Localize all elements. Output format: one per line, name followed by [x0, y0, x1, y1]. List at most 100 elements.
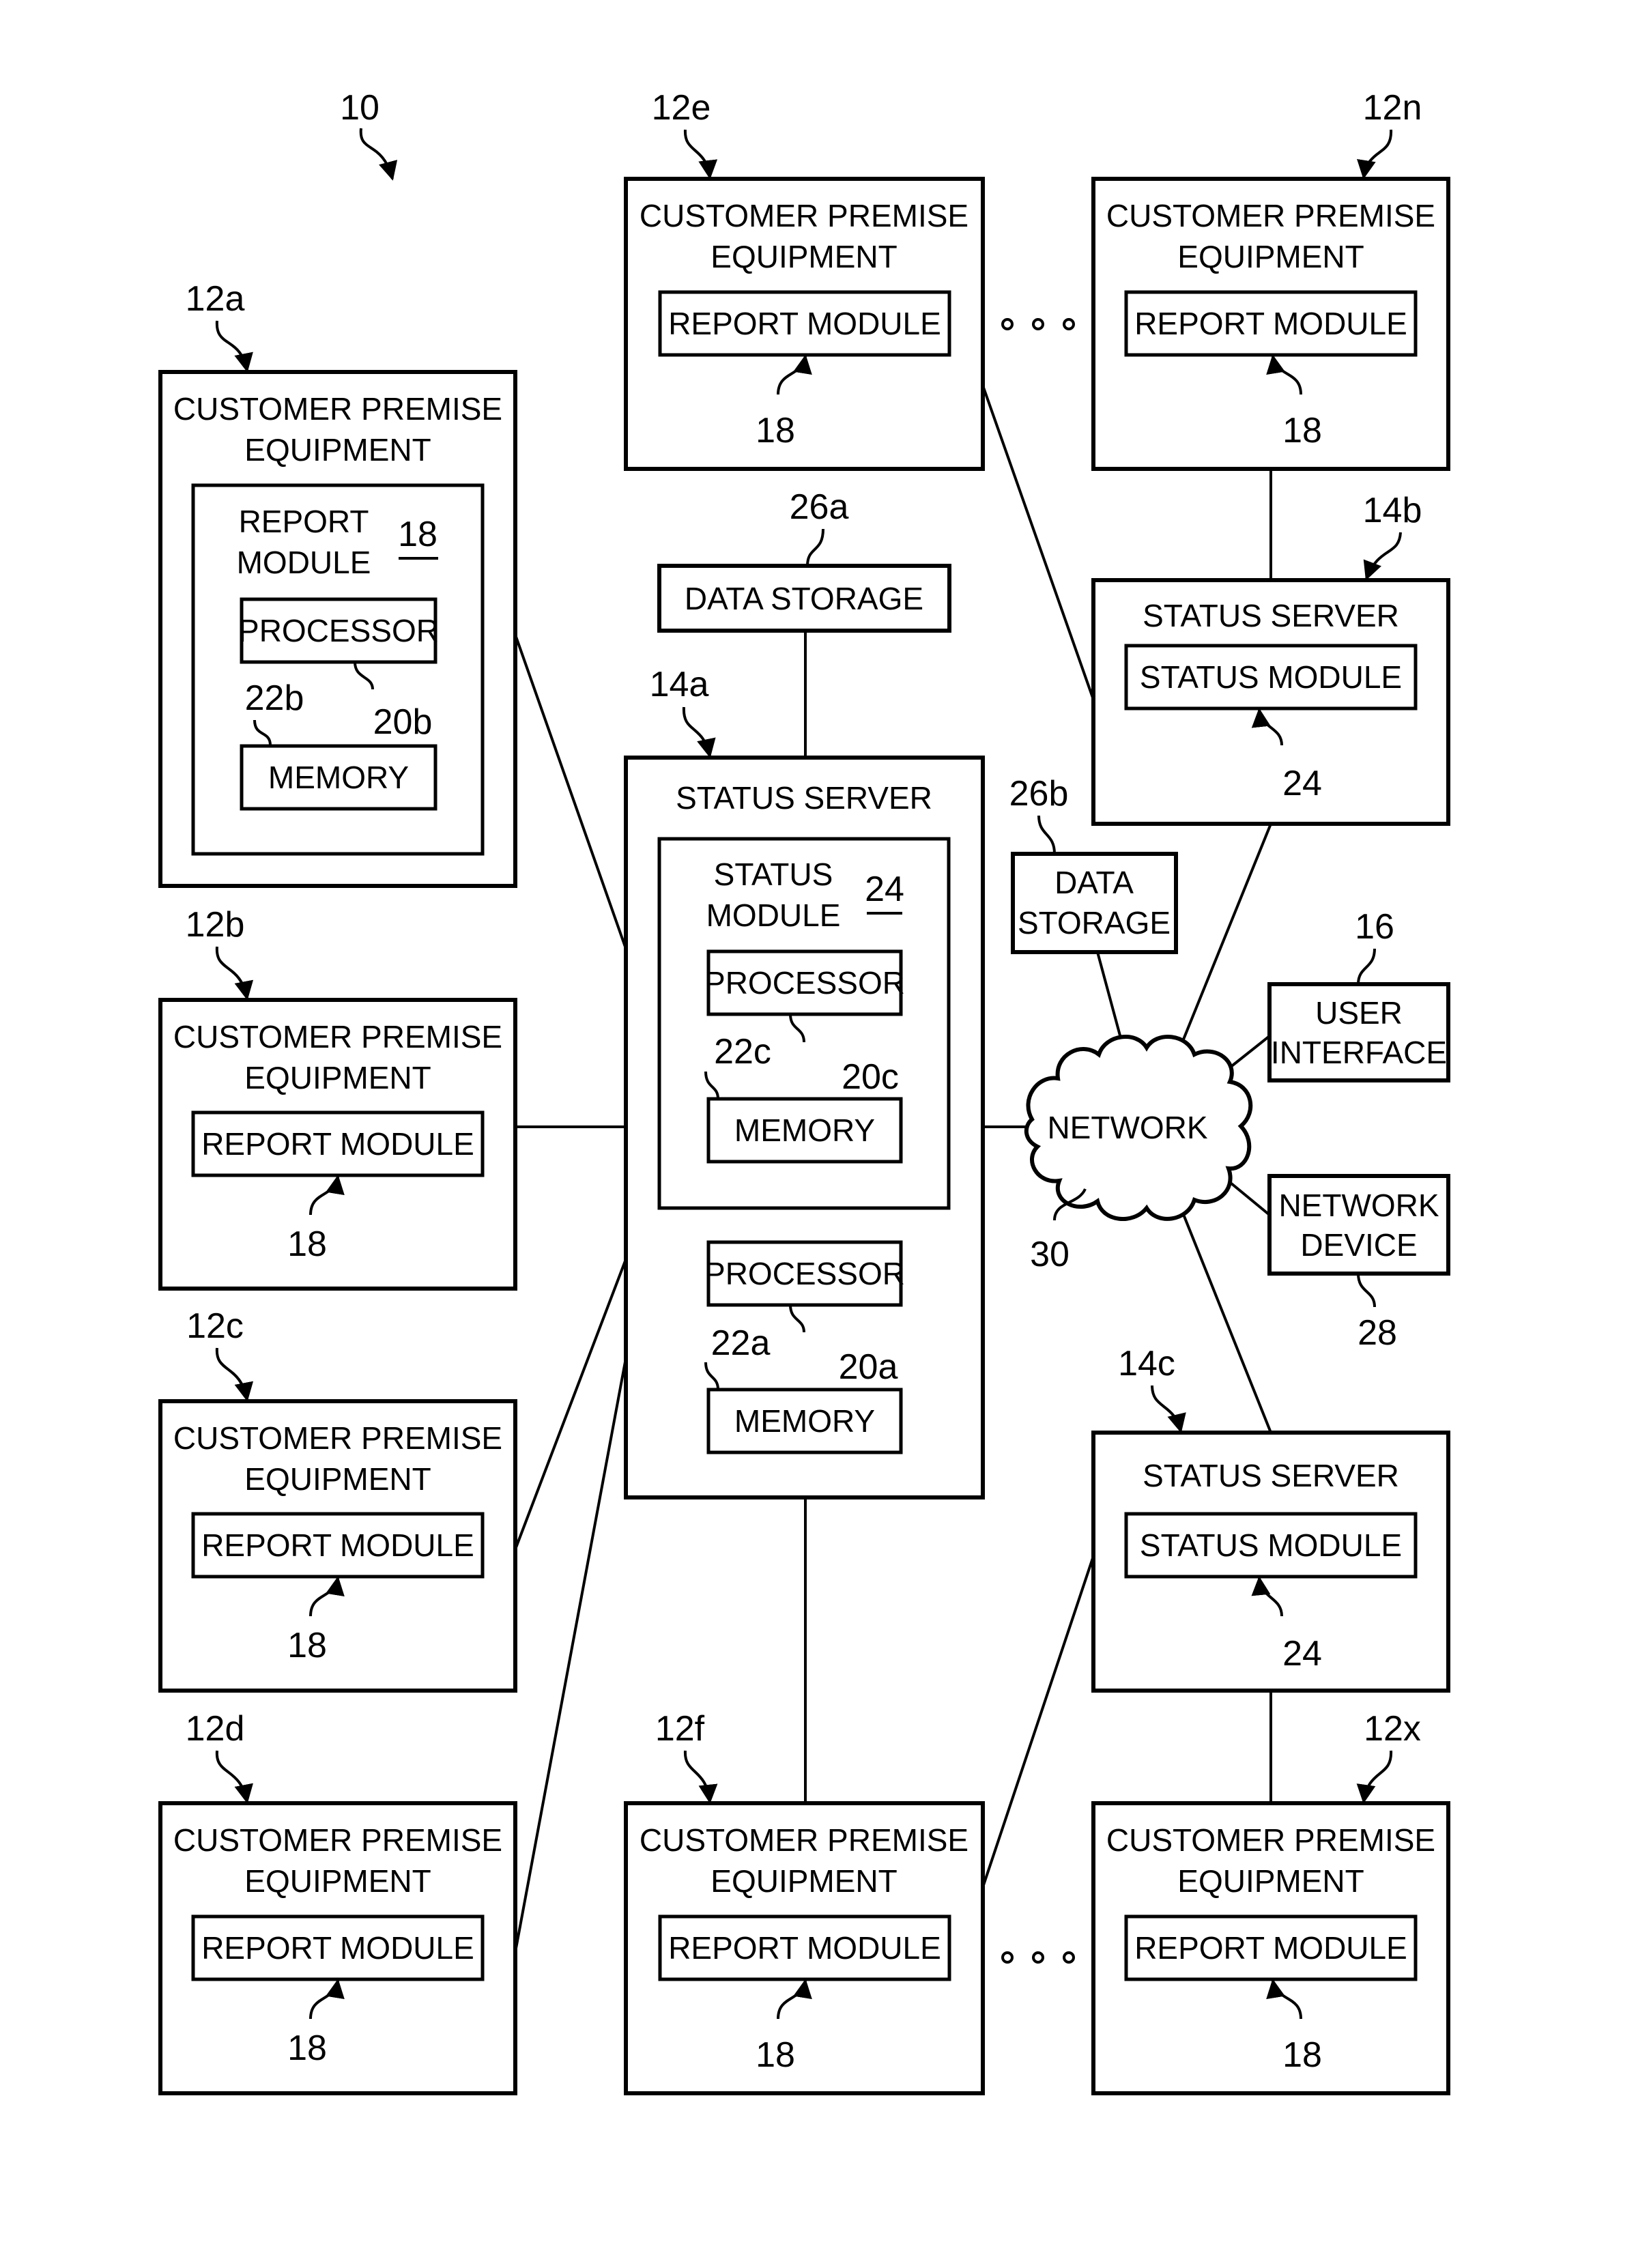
server-title: STATUS SERVER [676, 780, 932, 816]
ellipsis-dot [1001, 1951, 1014, 1964]
cpe-title: CUSTOMER PREMISE [173, 1019, 502, 1054]
processor-ref: 20b [373, 702, 433, 742]
status-server-14a[interactable]: 14a STATUS SERVER STATUS MODULE 24 PROCE… [624, 665, 985, 1499]
module-processor-label: PROCESSOR [704, 965, 905, 1001]
server-ref: 14c [1118, 1344, 1175, 1383]
conn-14c-12f [981, 1555, 1095, 1888]
status-module-ref: 24 [1282, 764, 1322, 803]
leader-arrow-icon [215, 320, 253, 373]
memory-ref: 22a [711, 1323, 771, 1363]
conn-network-14c [1177, 1202, 1272, 1433]
report-module-ref: 18 [756, 2035, 795, 2075]
cpe-ref: 12e [652, 88, 711, 128]
ellipsis-dot [1001, 318, 1014, 330]
ellipsis-bottom [1001, 1951, 1075, 1964]
report-module-label: REPORT [239, 504, 369, 539]
conn-14b-network [1177, 823, 1272, 1052]
network-30[interactable]: NETWORK 30 [1024, 1035, 1253, 1274]
cpe-title-line2: EQUIPMENT [244, 1863, 431, 1899]
cpe-12c[interactable]: 12c CUSTOMER PREMISE EQUIPMENT REPORT MO… [158, 1306, 517, 1693]
cpe-12a[interactable]: 12a CUSTOMER PREMISE EQUIPMENT REPORT MO… [158, 279, 517, 888]
cpe-ref: 12c [186, 1306, 244, 1346]
cpe-ref: 12x [1364, 1709, 1421, 1749]
cpe-ref: 12d [186, 1709, 245, 1749]
cpe-title: CUSTOMER PREMISE [1106, 198, 1435, 233]
leader-arrow-icon [683, 1750, 718, 1804]
ellipsis-dot [1032, 1951, 1044, 1964]
memory-label: MEMORY [268, 760, 409, 795]
ui-label: USER [1315, 995, 1403, 1031]
server-ref: 14a [650, 665, 709, 704]
report-module-label: REPORT MODULE [201, 1527, 474, 1563]
ui-leader [1357, 948, 1376, 985]
status-module-label: STATUS MODULE [1140, 1527, 1402, 1563]
ellipsis-dot [1032, 318, 1044, 330]
status-module-label-line2: MODULE [706, 898, 841, 933]
cpe-ref: 12n [1363, 88, 1422, 128]
status-module-label: STATUS [714, 857, 833, 892]
cpe-ref: 12a [186, 279, 245, 319]
user-interface-16[interactable]: 16 USER INTERFACE [1267, 907, 1450, 1082]
network-label: NETWORK [1047, 1110, 1207, 1145]
leader-arrow-icon [359, 128, 398, 181]
ellipsis-dot [1063, 318, 1075, 330]
leader-arrow-icon [1151, 1385, 1186, 1433]
storage-ref: 26a [790, 487, 849, 527]
leader-arrow-icon [682, 706, 716, 758]
storage-label: DATA STORAGE [685, 581, 923, 616]
status-module-ref: 24 [865, 870, 904, 909]
server-ref: 14b [1363, 491, 1422, 530]
status-server-14c[interactable]: 14c STATUS SERVER STATUS MODULE 24 [1091, 1344, 1450, 1693]
memory-label: MEMORY [734, 1403, 875, 1439]
server-title: STATUS SERVER [1143, 598, 1399, 633]
leader-arrow-icon [215, 946, 254, 1001]
conn-12a-14a [514, 634, 627, 949]
leader-arrow-icon [215, 1750, 253, 1804]
cpe-title: CUSTOMER PREMISE [173, 391, 502, 427]
leader-arrow-icon [215, 1347, 254, 1402]
report-module-ref: 18 [1282, 2035, 1322, 2075]
cpe-12b[interactable]: 12b CUSTOMER PREMISE EQUIPMENT REPORT MO… [158, 905, 517, 1291]
ellipsis-top [1001, 318, 1075, 330]
report-module-label: REPORT MODULE [1134, 1930, 1407, 1966]
storage-ref: 26b [1009, 774, 1069, 814]
report-module-ref: 18 [1282, 411, 1322, 450]
processor-ref: 20a [839, 1347, 898, 1387]
cpe-title-line2: EQUIPMENT [244, 432, 431, 468]
report-module-ref: 18 [287, 1626, 327, 1665]
system-ref-label: 10 [340, 88, 379, 128]
report-module-ref: 18 [756, 411, 795, 450]
conn-12e-14b [981, 385, 1095, 700]
processor-label: PROCESSOR [238, 613, 439, 648]
storage-label-line2: STORAGE [1018, 905, 1171, 941]
status-module-label: STATUS MODULE [1140, 659, 1402, 695]
leader-arrow-icon [683, 129, 718, 180]
cpe-12d[interactable]: 12d CUSTOMER PREMISE EQUIPMENT REPORT MO… [158, 1709, 517, 2095]
system-diagram: 10 12a CUSTOMER PREMISE EQUIPMENT REPORT… [158, 88, 1450, 2095]
cpe-title: CUSTOMER PREMISE [173, 1822, 502, 1858]
module-processor-ref: 20c [842, 1057, 899, 1097]
cpe-title-line2: EQUIPMENT [711, 239, 897, 274]
cpe-title: CUSTOMER PREMISE [1106, 1822, 1435, 1858]
conn-26b-network [1096, 951, 1124, 1046]
ui-label-line2: INTERFACE [1271, 1035, 1447, 1070]
leader-arrow-icon [1356, 1750, 1393, 1804]
server-title: STATUS SERVER [1143, 1458, 1399, 1493]
cpe-ref: 12b [186, 905, 245, 945]
report-module-label: REPORT MODULE [1134, 306, 1407, 341]
cpe-12n[interactable]: 12n CUSTOMER PREMISE EQUIPMENT REPORT MO… [1091, 88, 1450, 471]
cpe-12e[interactable]: 12e CUSTOMER PREMISE EQUIPMENT REPORT MO… [624, 88, 985, 471]
leader-arrow-icon [1363, 532, 1402, 581]
report-module-ref: 18 [287, 2028, 327, 2068]
ui-ref: 16 [1355, 907, 1394, 947]
cpe-title: CUSTOMER PREMISE [173, 1420, 502, 1456]
conn-12c-14a [514, 1259, 627, 1550]
data-storage-26a[interactable]: 26a DATA STORAGE [657, 487, 951, 633]
network-device-label: NETWORK [1278, 1188, 1439, 1223]
storage-leader [806, 528, 824, 566]
network-device-28[interactable]: NETWORK DEVICE 28 [1267, 1174, 1450, 1353]
storage-leader [1037, 815, 1056, 855]
storage-label: DATA [1054, 865, 1134, 900]
network-ref: 30 [1030, 1235, 1070, 1274]
conn-12d-14a [514, 1358, 627, 1953]
